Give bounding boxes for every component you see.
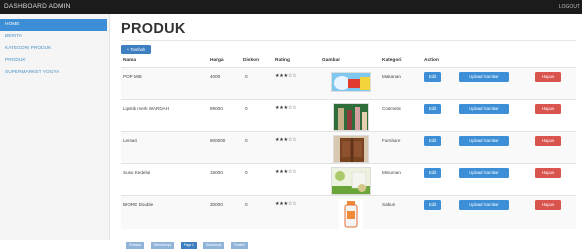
pagination-current-page[interactable]: Page 1 [180,242,197,249]
table-row: Susu Kedelai 15000 0 ★★★☆☆ Minuman Edit … [121,163,576,195]
add-product-button[interactable]: + Tambah [121,45,151,54]
pagination-last[interactable]: Terakhir [230,242,249,249]
product-discount: 0 [245,138,248,143]
sidebar: HOME BERITA KATEGORI PRODUK PRODUK SUPER… [0,14,110,240]
product-discount: 0 [245,106,248,111]
logout-link[interactable]: LOGOUT [559,0,580,14]
edit-button[interactable]: Edit [424,200,441,210]
sidebar-item-supermarket-yogya[interactable]: SUPERMARKET YOGYA [0,67,107,79]
product-category: Makanan [382,74,401,79]
column-header-action: Action [424,58,439,63]
product-category: Furniture [382,138,401,143]
rating-stars: ★★★☆☆ [275,137,297,143]
product-price: 4000 [210,74,221,79]
product-price: 30000 [210,202,223,207]
delete-button[interactable]: Hapus [535,200,561,210]
product-image-soy-milk [331,167,371,195]
rating-stars: ★★★☆☆ [275,201,297,207]
table-row: BIORE Double 30000 0 ★★★☆☆ Sabun Edit Up… [121,195,576,229]
product-name: BIORE Double [123,202,154,207]
sidebar-item-berita[interactable]: BERITA [0,31,107,43]
delete-button[interactable]: Hapus [535,136,561,146]
column-header-rating: Rating [275,58,290,63]
product-price: 800000 [210,138,226,143]
edit-button[interactable]: Edit [424,168,441,178]
upload-image-button[interactable]: Upload Gambar [459,168,509,178]
column-header-nama: Nama [123,58,137,63]
upload-image-button[interactable]: Upload Gambar [459,72,509,82]
rating-stars: ★★★☆☆ [275,105,297,111]
product-name: Lipstik merk WARDAH [123,106,170,111]
product-name: POP MIE [123,74,143,79]
product-name: Lemari [123,138,138,143]
delete-button[interactable]: Hapus [535,168,561,178]
rating-stars: ★★★☆☆ [275,169,297,175]
product-price: 89000 [210,106,223,111]
product-price: 15000 [210,170,223,175]
sidebar-item-produk[interactable]: PRODUK [0,55,107,67]
column-header-harga: Harga [210,58,224,63]
upload-image-button[interactable]: Upload Gambar [459,200,509,210]
sidebar-item-kategori-produk[interactable]: KATEGORI PRODUK [0,43,107,55]
table-header: Nama Harga Diskon Rating Gambar Kategori… [110,58,582,66]
column-header-kategori: Kategori [382,58,402,63]
pagination-next[interactable]: Berikutnya [203,242,225,249]
main-content: PRODUK + Tambah Nama Harga Diskon Rating… [110,14,582,249]
sidebar-item-home[interactable]: HOME [0,19,107,31]
rating-stars: ★★★☆☆ [275,73,297,79]
edit-button[interactable]: Edit [424,104,441,114]
product-image-wardrobe [333,135,369,163]
table-row: Lipstik merk WARDAH 89000 0 ★★★☆☆ Cosmet… [121,99,576,131]
product-discount: 0 [245,170,248,175]
upload-image-button[interactable]: Upload Gambar [459,104,509,114]
upload-image-button[interactable]: Upload Gambar [459,136,509,146]
product-image-biore [339,199,363,229]
table-row: POP MIE 4000 0 ★★★☆☆ Makanan Edit Upload… [121,67,576,99]
product-image-lipstick [333,103,369,131]
pagination-previous[interactable]: Sebelumnya [150,242,175,249]
app-brand[interactable]: DASHBOARD ADMIN [4,0,71,14]
top-navbar: DASHBOARD ADMIN LOGOUT [0,0,582,14]
title-divider [121,40,576,41]
table-row: Lemari 800000 0 ★★★☆☆ Furniture Edit Upl… [121,131,576,163]
product-category: Cosmetic [382,106,402,111]
delete-button[interactable]: Hapus [535,72,561,82]
column-header-diskon: Diskon [243,58,259,63]
delete-button[interactable]: Hapus [535,104,561,114]
page-title: PRODUK [121,21,186,37]
product-category: Minuman [382,170,401,175]
product-discount: 0 [245,74,248,79]
edit-button[interactable]: Edit [424,136,441,146]
product-discount: 0 [245,202,248,207]
product-category: Sabun [382,202,396,207]
product-image-pop-mie [331,72,371,92]
edit-button[interactable]: Edit [424,72,441,82]
pagination-first[interactable]: Pertama [126,242,145,249]
product-name: Susu Kedelai [123,170,151,175]
column-header-gambar: Gambar [322,58,341,63]
